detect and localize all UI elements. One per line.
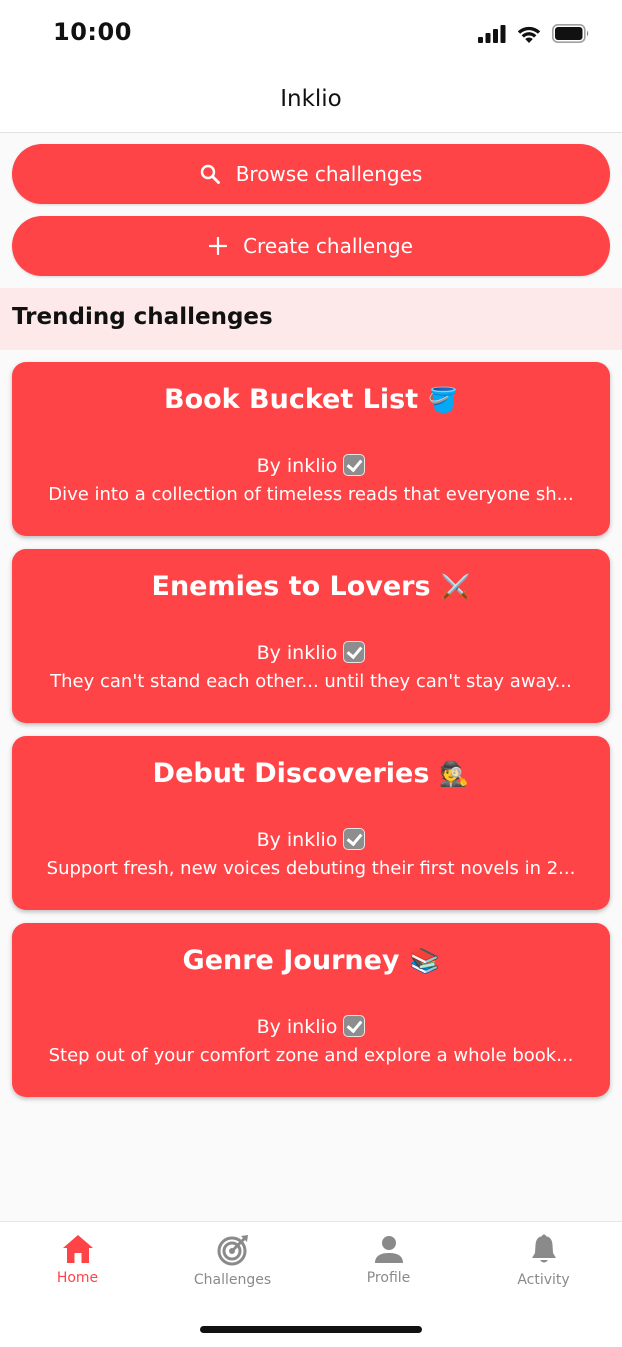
nav-item-profile[interactable]: Profile: [311, 1234, 466, 1300]
challenge-description: Dive into a collection of timeless reads…: [48, 484, 574, 505]
detective-emoji-icon: 🕵️: [439, 760, 470, 788]
plus-icon: [209, 237, 228, 255]
challenge-title: Book Bucket List 🪣: [12, 384, 610, 415]
challenge-author-text: By inklio: [256, 455, 338, 477]
books-emoji-icon: 📚: [409, 947, 440, 975]
challenge-card-book-bucket-list[interactable]: Book Bucket List 🪣 By inklio Dive into a …: [12, 362, 610, 536]
challenge-title-text: Book Bucket List: [163, 384, 419, 415]
challenge-author-text: By inklio: [256, 642, 338, 664]
app-header: Inklio: [0, 66, 622, 133]
target-icon: [217, 1235, 248, 1266]
nav-item-home[interactable]: Home: [0, 1234, 155, 1300]
challenge-title-text: Debut Discoveries: [152, 758, 430, 789]
nav-label-profile: Profile: [366, 1270, 411, 1286]
challenge-title: Debut Discoveries 🕵️: [12, 758, 610, 789]
verified-check-icon: [343, 1015, 366, 1037]
challenge-author-text: By inklio: [256, 1016, 338, 1038]
browse-challenges-label: Browse challenges: [235, 162, 423, 186]
verified-check-icon: [343, 454, 366, 476]
search-icon: [200, 164, 220, 184]
person-icon: [374, 1236, 403, 1263]
challenge-author: By inklio: [12, 454, 610, 477]
challenge-card-debut-discoveries[interactable]: Debut Discoveries 🕵️ By inklio Support fr…: [12, 736, 610, 910]
challenge-card-enemies-to-lovers[interactable]: Enemies to Lovers ⚔️ By inklio They can't…: [12, 549, 610, 723]
challenge-title-text: Enemies to Lovers: [151, 571, 431, 602]
crossed-swords-emoji-icon: ⚔️: [440, 573, 471, 601]
status-icons: [478, 24, 590, 43]
nav-item-challenges[interactable]: Challenges: [155, 1234, 310, 1300]
nav-label-activity: Activity: [517, 1272, 570, 1288]
battery-icon: [552, 24, 589, 43]
nav-item-activity[interactable]: Activity: [466, 1234, 621, 1300]
challenge-title: Genre Journey 📚: [12, 945, 610, 976]
challenge-description: They can't stand each other... until the…: [50, 671, 572, 692]
section-title: Trending challenges: [12, 304, 273, 330]
trending-section-header: Trending challenges: [0, 288, 622, 350]
create-challenge-button[interactable]: Create challenge: [12, 216, 610, 276]
verified-check-icon: [343, 641, 366, 663]
verified-check-icon: [343, 828, 366, 850]
cellular-signal-icon: [478, 24, 506, 43]
bell-icon: [531, 1234, 556, 1263]
wifi-icon: [517, 26, 541, 43]
status-bar: 10:00: [0, 0, 622, 66]
bucket-emoji-icon: 🪣: [428, 386, 459, 414]
challenge-author: By inklio: [12, 641, 610, 664]
create-challenge-label: Create challenge: [243, 234, 413, 258]
challenge-title: Enemies to Lovers ⚔️: [12, 571, 610, 602]
challenge-description: Support fresh, new voices debuting their…: [46, 858, 576, 879]
challenge-title-text: Genre Journey: [182, 945, 400, 976]
challenge-author: By inklio: [12, 828, 610, 851]
home-icon: [62, 1235, 93, 1263]
challenge-author-text: By inklio: [256, 829, 338, 851]
challenge-description: Step out of your comfort zone and explor…: [48, 1045, 574, 1066]
page-title: Inklio: [280, 86, 342, 112]
nav-label-challenges: Challenges: [193, 1272, 272, 1288]
home-indicator: [200, 1326, 422, 1333]
status-time: 10:00: [53, 18, 132, 46]
nav-label-home: Home: [56, 1270, 99, 1286]
challenge-author: By inklio: [12, 1015, 610, 1038]
challenge-card-genre-journey[interactable]: Genre Journey 📚 By inklio Step out of you…: [12, 923, 610, 1097]
browse-challenges-button[interactable]: Browse challenges: [12, 144, 610, 204]
